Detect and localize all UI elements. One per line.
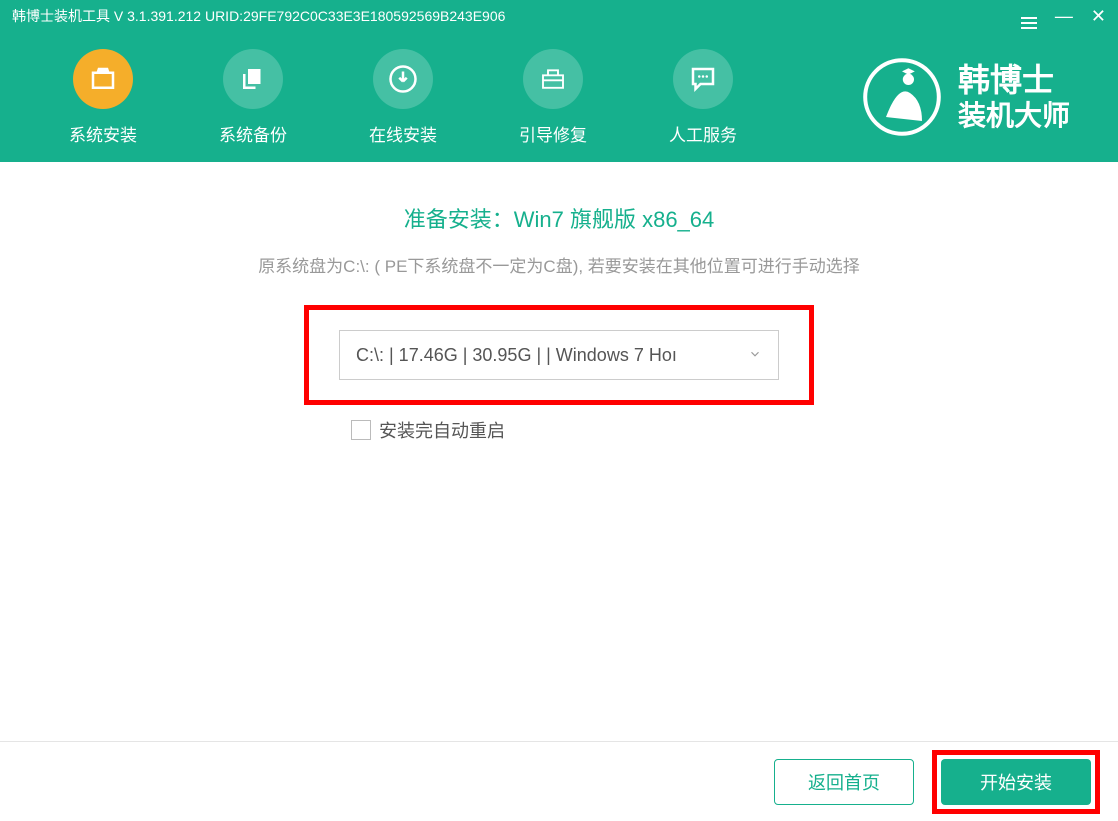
copy-icon: [223, 49, 283, 109]
nav-system-backup[interactable]: 系统备份: [178, 49, 328, 146]
nav-label: 在线安装: [369, 121, 437, 146]
box-icon: [73, 49, 133, 109]
auto-restart-checkbox[interactable]: [351, 420, 371, 440]
logo-icon: [862, 57, 942, 137]
start-install-label: 开始安装: [980, 769, 1052, 795]
nav-label: 引导修复: [519, 121, 587, 146]
chat-icon: [673, 49, 733, 109]
nav-manual-service[interactable]: 人工服务: [628, 49, 778, 146]
nav-boot-repair[interactable]: 引导修复: [478, 49, 628, 146]
auto-restart-label: 安装完自动重启: [379, 417, 505, 443]
back-home-label: 返回首页: [808, 769, 880, 795]
brand-subtitle: 装机大师: [958, 99, 1070, 133]
prepare-target: Win7 旗舰版 x86_64: [514, 207, 715, 232]
menu-icon[interactable]: [1021, 4, 1037, 29]
download-icon: [373, 49, 433, 109]
nav-label: 人工服务: [669, 121, 737, 146]
nav-online-install[interactable]: 在线安装: [328, 49, 478, 146]
minimize-button[interactable]: —: [1055, 7, 1073, 25]
close-button[interactable]: ✕: [1091, 7, 1106, 25]
nav-system-install[interactable]: 系统安装: [28, 49, 178, 146]
chevron-down-icon: [748, 347, 762, 364]
window-title: 韩博士装机工具 V 3.1.391.212 URID:29FE792C0C33E…: [12, 6, 1021, 26]
drive-select-highlight: C:\: | 17.46G | 30.95G | | Windows 7 Hoı: [304, 305, 814, 405]
brand-name: 韩博士: [958, 61, 1070, 99]
drive-select[interactable]: C:\: | 17.46G | 30.95G | | Windows 7 Hoı: [339, 330, 779, 380]
brand-logo-area: 韩博士 装机大师: [862, 57, 1090, 137]
drive-select-value: C:\: | 17.46G | 30.95G | | Windows 7 Hoı: [356, 345, 748, 366]
prepare-install-title: 准备安装：Win7 旗舰版 x86_64: [0, 202, 1118, 234]
nav-label: 系统安装: [69, 121, 137, 146]
toolbox-icon: [523, 49, 583, 109]
start-install-highlight: 开始安装: [932, 750, 1100, 814]
back-home-button[interactable]: 返回首页: [774, 759, 914, 805]
start-install-button[interactable]: 开始安装: [941, 759, 1091, 805]
nav-label: 系统备份: [219, 121, 287, 146]
install-hint: 原系统盘为C:\: ( PE下系统盘不一定为C盘), 若要安装在其他位置可进行手…: [0, 252, 1118, 277]
prepare-label: 准备安装：: [404, 207, 514, 232]
